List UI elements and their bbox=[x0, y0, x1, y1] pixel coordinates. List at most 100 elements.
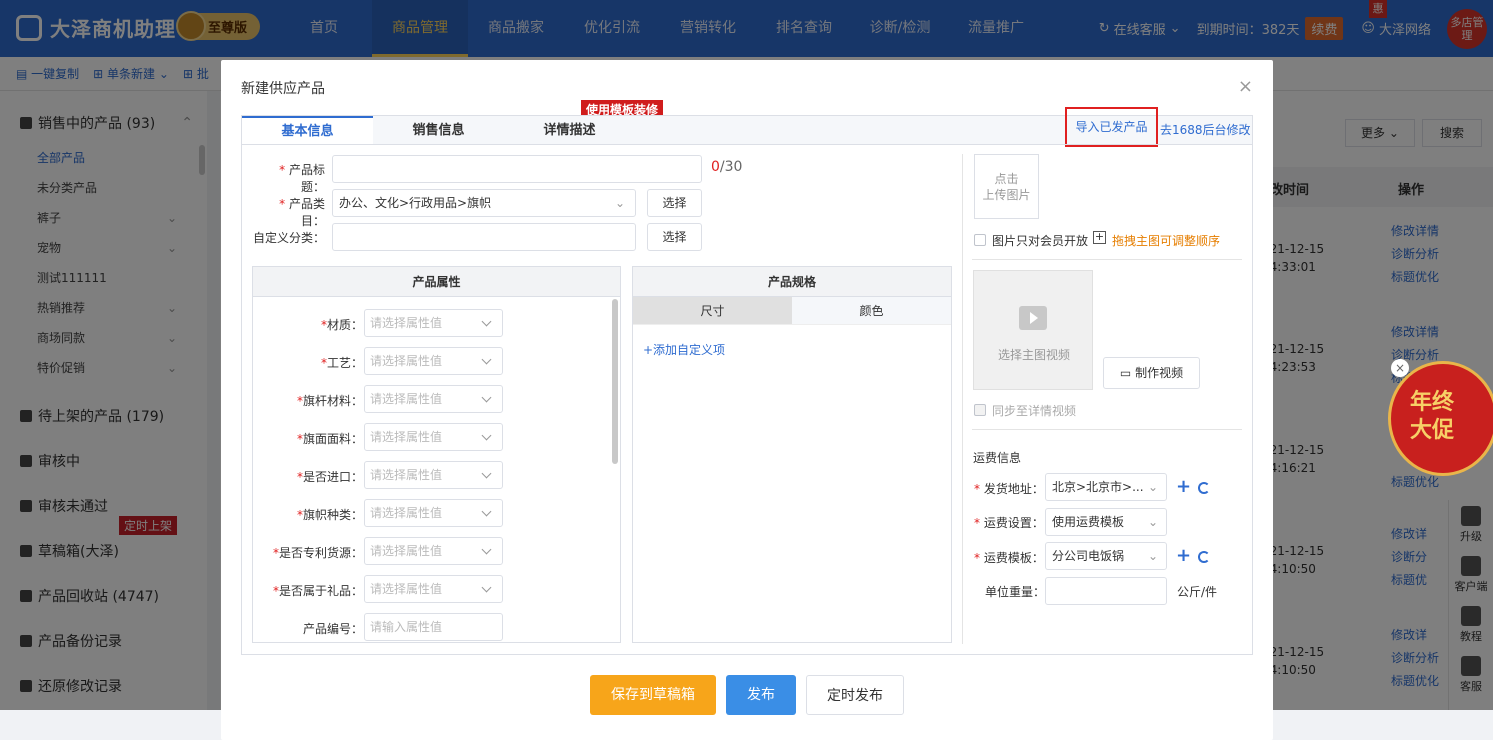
chevron-down-icon: ⌄ bbox=[1147, 549, 1158, 563]
import-published-button[interactable]: 导入已发产品 bbox=[1065, 107, 1158, 147]
attr-select[interactable]: 请选择属性值 bbox=[364, 461, 503, 489]
attr-label: *旗杆材料： bbox=[296, 394, 363, 408]
ship-address-label-text: 发货地址： bbox=[983, 482, 1044, 496]
year-end-promo[interactable]: 年终大促 × bbox=[1388, 359, 1493, 479]
attr-label: *是否进口： bbox=[296, 470, 363, 484]
spec-box: 产品规格 尺寸 颜色 +添加自定义项 bbox=[632, 266, 952, 643]
new-product-dialog: 新建供应产品 × 使用模板装修 基本信息 销售信息 详情描述 导入已发产品 去1… bbox=[221, 60, 1273, 740]
attr-select[interactable]: 请选择属性值 bbox=[364, 537, 503, 565]
tab-basic-info[interactable]: 基本信息 bbox=[242, 116, 373, 145]
sync-video-checkbox[interactable] bbox=[974, 404, 986, 416]
shipping-title: 运费信息 bbox=[973, 451, 1022, 465]
category-label: * 产品类目： bbox=[279, 197, 325, 228]
attr-select[interactable]: 请选择属性值 bbox=[364, 347, 503, 375]
title-label: * 产品标题： bbox=[279, 163, 325, 194]
video-label: 选择主图视频 bbox=[997, 348, 1070, 362]
ship-setting-select[interactable]: 使用运费模板 ⌄ bbox=[1045, 508, 1167, 536]
weight-unit: 公斤/件 bbox=[1177, 585, 1218, 599]
product-title-input[interactable] bbox=[332, 155, 702, 183]
attr-select[interactable]: 请选择属性值 bbox=[364, 423, 503, 451]
member-only-checkbox[interactable] bbox=[974, 234, 986, 246]
custom-category-label: 自定义分类： bbox=[252, 231, 325, 245]
attr-select[interactable]: 请选择属性值 bbox=[364, 309, 503, 337]
attr-patent: *是否专利货源： 请选择属性值 bbox=[253, 537, 513, 565]
category-select[interactable]: 办公、文化>行政用品>旗帜 ⌄ bbox=[332, 189, 636, 217]
chevron-down-icon: ⌄ bbox=[614, 196, 625, 210]
ship-address-label: * 发货地址： bbox=[974, 482, 1044, 496]
refresh-icon[interactable] bbox=[1198, 551, 1210, 563]
promo-line-1: 年终 bbox=[1410, 390, 1455, 415]
attr-flag-type: *旗帜种类： 请选择属性值 bbox=[253, 499, 513, 527]
make-video-button[interactable]: ▭ 制作视频 bbox=[1103, 357, 1200, 389]
spec-header: 产品规格 bbox=[633, 267, 951, 297]
upload-line-2: 上传图片 bbox=[982, 188, 1031, 202]
refresh-icon[interactable] bbox=[1198, 482, 1210, 494]
spec-tab-color[interactable]: 颜色 bbox=[792, 297, 951, 324]
attr-label: 产品编号： bbox=[303, 620, 363, 637]
upload-line-1: 点击 bbox=[994, 172, 1019, 186]
attr-select[interactable]: 请选择属性值 bbox=[364, 575, 503, 603]
publish-button[interactable]: 发布 bbox=[726, 675, 796, 715]
custom-category-input[interactable] bbox=[332, 223, 636, 251]
ship-template-label-text: 运费模板： bbox=[983, 551, 1044, 565]
chevron-down-icon: ⌄ bbox=[1147, 515, 1158, 529]
ship-address-select[interactable]: 北京>北京市>... ⌄ bbox=[1045, 473, 1167, 501]
attr-label-text: 产品编号： bbox=[302, 622, 363, 636]
tab-sales-info[interactable]: 销售信息 bbox=[373, 116, 504, 145]
attr-fabric: *旗面面料： 请选择属性值 bbox=[253, 423, 513, 451]
add-custom-spec-link[interactable]: +添加自定义项 bbox=[643, 341, 725, 358]
sync-video-label: 同步至详情视频 bbox=[992, 404, 1077, 418]
close-icon[interactable]: × bbox=[1238, 76, 1253, 97]
attr-select[interactable]: 请选择属性值 bbox=[364, 499, 503, 527]
attr-label: *材质： bbox=[320, 318, 363, 332]
spec-tab-size[interactable]: 尺寸 bbox=[633, 297, 792, 324]
attr-imported: *是否进口： 请选择属性值 bbox=[253, 461, 513, 489]
spec-tabs: 尺寸 颜色 bbox=[633, 297, 951, 325]
upload-image-button[interactable]: 点击 上传图片 bbox=[974, 154, 1039, 219]
drag-order-hint: 拖拽主图可调整顺序 bbox=[1112, 234, 1221, 248]
member-only-label: 图片只对会员开放 bbox=[992, 234, 1089, 248]
unit-weight-label: 单位重量： bbox=[985, 585, 1046, 599]
attr-label-text: 是否专利货源： bbox=[278, 546, 363, 560]
add-address-icon[interactable]: + bbox=[1176, 476, 1191, 497]
timed-publish-button[interactable]: 定时发布 bbox=[806, 675, 904, 715]
attr-label: *旗面面料： bbox=[296, 432, 363, 446]
attr-pole-material: *旗杆材料： 请选择属性值 bbox=[253, 385, 513, 413]
column-divider bbox=[962, 154, 963, 644]
attr-product-code: 产品编号： 请输入属性值 bbox=[253, 613, 513, 641]
unit-weight-input[interactable] bbox=[1045, 577, 1167, 605]
attr-craft: *工艺： 请选择属性值 bbox=[253, 347, 513, 375]
custom-category-select-button[interactable]: 选择 bbox=[647, 223, 702, 251]
attr-label-text: 工艺： bbox=[326, 356, 363, 370]
ship-setting-value: 使用运费模板 bbox=[1052, 515, 1125, 529]
category-select-button[interactable]: 选择 bbox=[647, 189, 702, 217]
attr-label-text: 材质： bbox=[326, 318, 363, 332]
chevron-down-icon: ⌄ bbox=[1147, 480, 1158, 494]
promo-text: 年终 大促 bbox=[1410, 389, 1454, 445]
promo-line-2: 大促 bbox=[1410, 418, 1455, 443]
ship-template-label: * 运费模板： bbox=[974, 551, 1044, 565]
attr-select[interactable]: 请选择属性值 bbox=[364, 385, 503, 413]
attr-material: *材质： 请选择属性值 bbox=[253, 309, 513, 337]
select-main-video[interactable]: 选择主图视频 bbox=[973, 270, 1093, 390]
category-label-text: 产品类目： bbox=[288, 197, 325, 228]
tab-detail-desc[interactable]: 详情描述 bbox=[504, 116, 635, 145]
goto-1688-link[interactable]: 去1688后台修改 bbox=[1160, 121, 1251, 138]
close-icon[interactable]: × bbox=[1391, 359, 1409, 377]
title-counter: 0/30 bbox=[711, 159, 742, 175]
attr-input[interactable]: 请输入属性值 bbox=[364, 613, 503, 641]
play-icon bbox=[1019, 306, 1047, 330]
attr-gift: *是否属于礼品： 请选择属性值 bbox=[253, 575, 513, 603]
attr-label: *旗帜种类： bbox=[296, 508, 363, 522]
make-video-label: 制作视频 bbox=[1135, 366, 1184, 380]
add-template-icon[interactable]: + bbox=[1176, 545, 1191, 566]
attr-label: *是否属于礼品： bbox=[272, 584, 363, 598]
attr-label-text: 是否进口： bbox=[302, 470, 363, 484]
attribute-box: 产品属性 *材质： 请选择属性值 *工艺： 请选择属性值 *旗杆材料： 请选择属性值 … bbox=[252, 266, 621, 643]
attr-label-text: 旗面面料： bbox=[302, 432, 363, 446]
ship-template-select[interactable]: 分公司电饭锅 ⌄ bbox=[1045, 542, 1167, 570]
title-label-text: 产品标题： bbox=[288, 163, 325, 194]
category-value: 办公、文化>行政用品>旗帜 bbox=[339, 196, 492, 210]
attribute-scrollbar[interactable] bbox=[612, 299, 618, 464]
save-draft-button[interactable]: 保存到草稿箱 bbox=[590, 675, 716, 715]
